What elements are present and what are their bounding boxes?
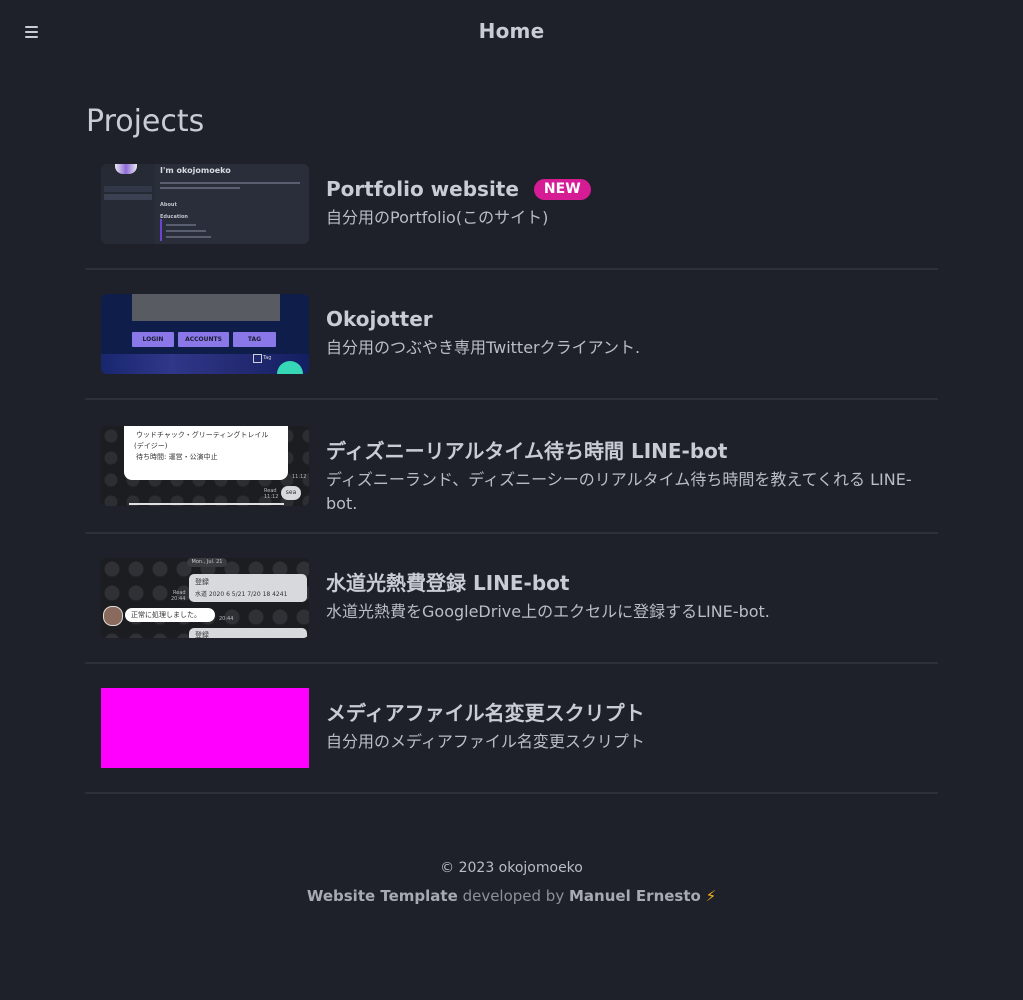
copyright-text: © 2023 okojomoeko	[440, 860, 583, 876]
main-content: Projects I'm okojomoeko About Education	[85, 64, 938, 794]
developed-by-text: developed by	[462, 887, 565, 905]
top-navbar: Home	[0, 0, 1023, 64]
project-title: メディアファイル名変更スクリプト	[326, 701, 645, 725]
project-item-rename-script[interactable]: メディアファイル名変更スクリプト 自分用のメディアファイル名変更スクリプト	[85, 664, 938, 794]
new-badge: NEW	[533, 178, 591, 200]
project-item-portfolio[interactable]: I'm okojomoeko About Education Portfolio…	[85, 164, 938, 270]
project-description: 自分用のつぶやき専用Twitterクライアント.	[326, 338, 641, 357]
project-title: 水道光熱費登録 LINE-bot	[326, 571, 570, 595]
section-title: Projects	[86, 104, 205, 139]
project-thumbnail	[101, 688, 309, 768]
page-title: Home	[478, 19, 545, 43]
project-title: ディズニーリアルタイム待ち時間 LINE-bot	[326, 439, 728, 463]
footer: © 2023 okojomoeko Website Template devel…	[0, 858, 1023, 906]
project-description: 水道光熱費をGoogleDrive上のエクセルに登録するLINE-bot.	[326, 602, 770, 621]
project-title: Portfolio website	[326, 177, 519, 201]
project-description: ディズニーランド、ディズニーシーのリアルタイム待ち時間を教えてくれる LINE-…	[326, 470, 912, 513]
credits: Website Template developed by Manuel Ern…	[0, 886, 1023, 906]
project-thumbnail: ウッドチャック・グリーティングトレイル (デイジー) 待ち時間: 運営・公演中止…	[101, 426, 309, 506]
project-item-disney-bot[interactable]: ウッドチャック・グリーティングトレイル (デイジー) 待ち時間: 運営・公演中止…	[85, 400, 938, 534]
project-description: 自分用のPortfolio(このサイト)	[326, 208, 549, 227]
project-item-utility-bot[interactable]: Mon., Jul. 21 登録 水道 2020 6 5/21 7/20 18 …	[85, 534, 938, 664]
project-thumbnail: Mon., Jul. 21 登録 水道 2020 6 5/21 7/20 18 …	[101, 558, 309, 638]
project-item-okojotter[interactable]: LOGIN ACCOUNTS TAG Tag Okojotter 自分用のつぶや…	[85, 270, 938, 400]
template-link[interactable]: Website Template	[307, 887, 458, 905]
project-thumbnail: LOGIN ACCOUNTS TAG Tag	[101, 294, 309, 374]
project-description: 自分用のメディアファイル名変更スクリプト	[326, 732, 645, 751]
author-link[interactable]: Manuel Ernesto	[569, 887, 701, 905]
bolt-icon: ⚡	[705, 887, 717, 905]
project-thumbnail: I'm okojomoeko About Education	[101, 164, 309, 244]
avatar	[103, 606, 123, 626]
project-title: Okojotter	[326, 307, 433, 331]
project-list: I'm okojomoeko About Education Portfolio…	[85, 164, 938, 794]
